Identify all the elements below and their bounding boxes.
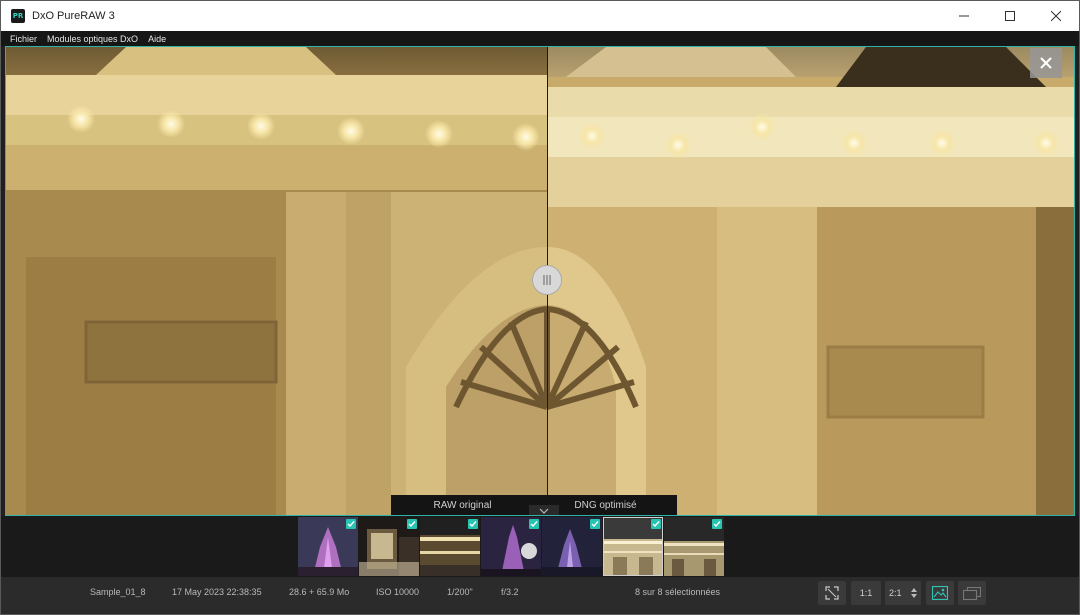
thumbnail[interactable] <box>359 517 419 576</box>
checkbox-checked[interactable] <box>346 519 356 529</box>
thumbnail-selected[interactable] <box>603 517 663 576</box>
split-view-button[interactable] <box>926 581 954 605</box>
spinner-arrows-icon <box>911 588 917 598</box>
drag-handle-icon <box>543 275 551 285</box>
maximize-icon <box>1005 11 1015 21</box>
minimize-button[interactable] <box>941 1 987 31</box>
file-name: Sample_01_8 <box>90 587 146 597</box>
shutter-speed: 1/200" <box>447 587 473 597</box>
collapse-filmstrip-button[interactable] <box>529 505 559 515</box>
checkbox-checked[interactable] <box>651 519 661 529</box>
checkbox-checked[interactable] <box>529 519 539 529</box>
fit-to-screen-button[interactable] <box>818 581 846 605</box>
check-icon <box>652 521 660 528</box>
app-window: PR DxO PureRAW 3 Fichier Modules optique… <box>0 0 1080 615</box>
menu-fichier[interactable]: Fichier <box>10 34 37 44</box>
app-logo-icon: PR <box>11 9 25 23</box>
zoom-level-select[interactable]: 2:1 <box>885 581 921 605</box>
minimize-icon <box>959 15 969 17</box>
checkbox-checked[interactable] <box>407 519 417 529</box>
status-bar: Sample_01_8 17 May 2023 22:38:35 28.6 + … <box>1 577 1079 614</box>
close-window-button[interactable] <box>1033 1 1079 31</box>
close-viewer-button[interactable] <box>1030 48 1062 78</box>
window-controls <box>941 1 1079 31</box>
filmstrip <box>1 516 1079 577</box>
checkbox-checked[interactable] <box>468 519 478 529</box>
check-icon <box>591 521 599 528</box>
checkbox-checked[interactable] <box>590 519 600 529</box>
close-icon <box>1051 11 1061 21</box>
iso-value: ISO 10000 <box>376 587 420 597</box>
check-icon <box>469 521 477 528</box>
menu-aide[interactable]: Aide <box>148 34 166 44</box>
raw-original-label: RAW original <box>433 500 492 511</box>
close-icon <box>1040 57 1052 69</box>
selection-count: 8 sur 8 sélectionnées <box>635 587 721 597</box>
thumbnail[interactable] <box>664 517 724 576</box>
thumbnail[interactable] <box>298 517 358 576</box>
thumbnail[interactable] <box>420 517 480 576</box>
expand-icon <box>825 586 839 600</box>
maximize-button[interactable] <box>987 1 1033 31</box>
split-handle[interactable] <box>532 265 562 295</box>
window-title: DxO PureRAW 3 <box>32 10 115 22</box>
chevron-down-icon <box>539 508 549 514</box>
thumbnail[interactable] <box>481 517 541 576</box>
file-size: 28.6 + 65.9 Mo <box>289 587 350 597</box>
checkbox-checked[interactable] <box>712 519 722 529</box>
windows-icon <box>963 586 981 600</box>
thumbnail[interactable] <box>542 517 602 576</box>
side-by-side-button[interactable] <box>958 581 986 605</box>
aperture-value: f/3.2 <box>501 587 519 597</box>
menu-modules-optiques[interactable]: Modules optiques DxO <box>47 34 138 44</box>
check-icon <box>347 521 355 528</box>
capture-datetime: 17 May 2023 22:38:35 <box>172 587 262 597</box>
zoom-1-1-label: 1:1 <box>859 588 873 598</box>
check-icon <box>408 521 416 528</box>
menu-bar: Fichier Modules optiques DxO Aide <box>1 31 1079 46</box>
image-compare-icon <box>932 586 948 600</box>
check-icon <box>530 521 538 528</box>
image-viewer[interactable]: RAW original DNG optimisé <box>5 46 1075 516</box>
zoom-1-1-button[interactable]: 1:1 <box>851 581 881 605</box>
check-icon <box>713 521 721 528</box>
zoom-level-value: 2:1 <box>889 588 902 598</box>
title-bar: PR DxO PureRAW 3 <box>1 1 1079 31</box>
